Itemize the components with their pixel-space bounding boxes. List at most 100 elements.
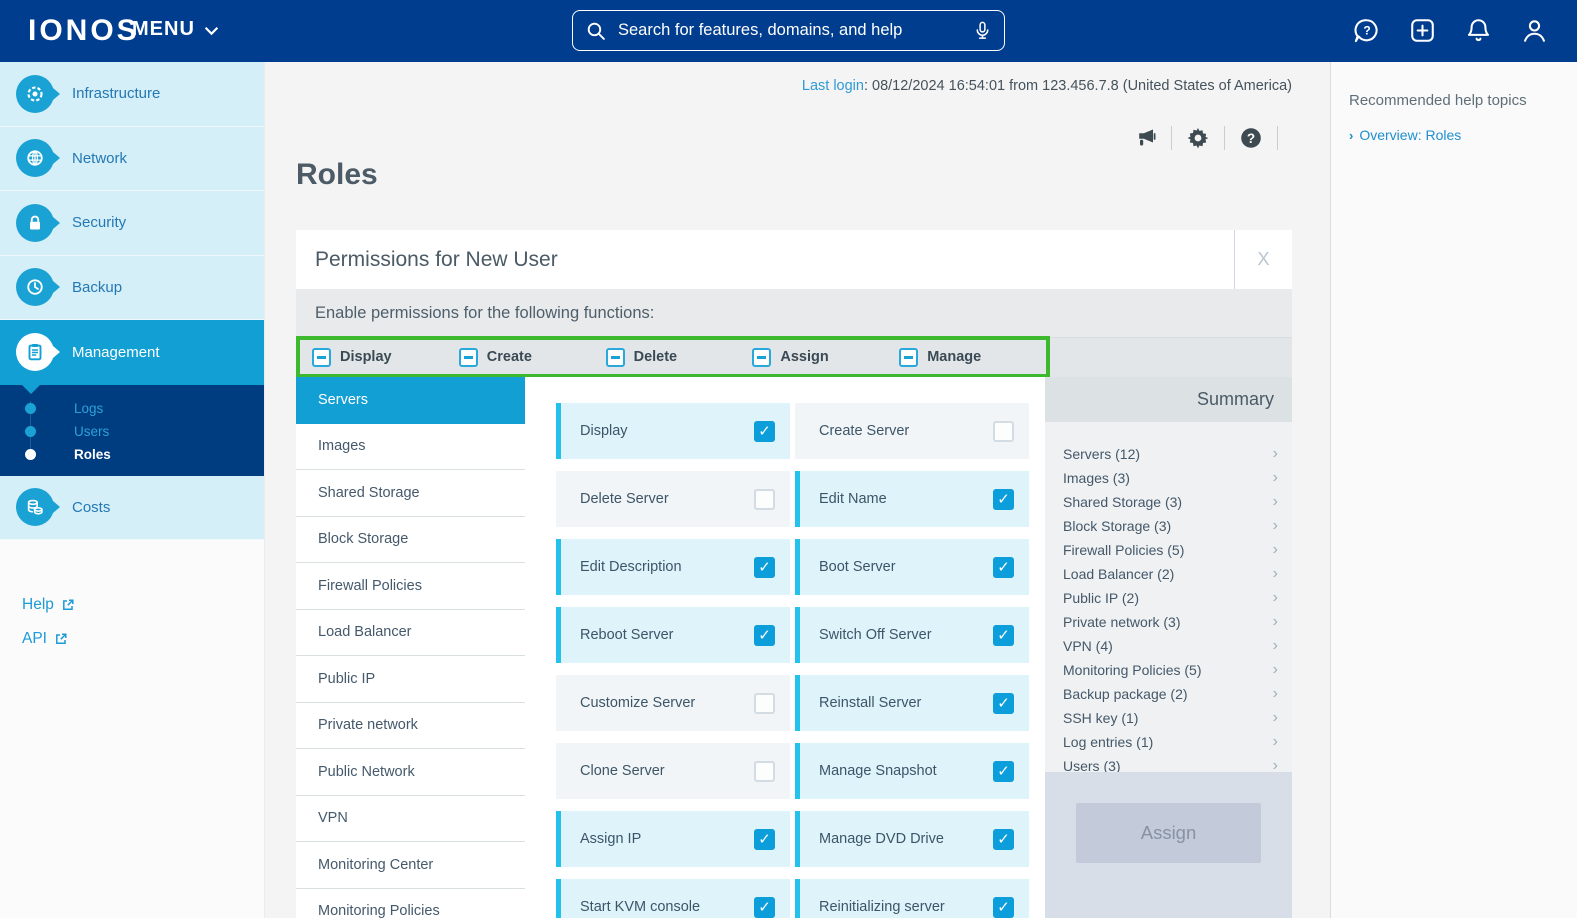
submenu-item[interactable]: Roles — [0, 443, 264, 466]
summary-item[interactable]: Block Storage (3) › — [1045, 514, 1292, 538]
checkbox-icon[interactable] — [993, 489, 1014, 510]
summary-item-label: Images (3) — [1063, 470, 1130, 486]
summary-item[interactable]: Backup package (2) › — [1045, 682, 1292, 706]
checkbox-icon[interactable] — [754, 693, 775, 714]
bulk-permission[interactable]: Manage — [899, 348, 1046, 367]
submenu-item[interactable]: Logs — [0, 397, 264, 420]
permission-cell[interactable]: Delete Server — [556, 471, 790, 527]
category-tab[interactable]: Servers — [296, 377, 525, 424]
permission-cell[interactable]: Boot Server — [795, 539, 1029, 595]
summary-item[interactable]: VPN (4) › — [1045, 634, 1292, 658]
close-icon[interactable]: X — [1234, 230, 1292, 289]
summary-item[interactable]: Load Balancer (2) › — [1045, 562, 1292, 586]
sidebar-item[interactable]: Network — [0, 127, 264, 192]
bullet-icon — [25, 449, 36, 460]
category-tab[interactable]: Private network — [296, 703, 525, 750]
permission-cell[interactable]: Edit Description — [556, 539, 790, 595]
summary-item[interactable]: Servers (12) › — [1045, 442, 1292, 466]
permission-cell[interactable]: Manage DVD Drive — [795, 811, 1029, 867]
announcements-icon[interactable] — [1133, 126, 1157, 150]
sidebar-item-label: Management — [72, 344, 160, 361]
checkbox-icon[interactable] — [754, 421, 775, 442]
indeterminate-checkbox-icon[interactable] — [312, 348, 331, 367]
sidebar-external-link[interactable]: API — [22, 626, 75, 652]
summary-item[interactable]: Shared Storage (3) › — [1045, 490, 1292, 514]
help-icon[interactable]: ? — [1239, 126, 1263, 150]
checkbox-icon[interactable] — [993, 897, 1014, 918]
summary-item[interactable]: Log entries (1) › — [1045, 730, 1292, 754]
bulk-permission[interactable]: Display — [312, 348, 459, 367]
permission-cell[interactable]: Create Server — [795, 403, 1029, 459]
checkbox-icon[interactable] — [754, 489, 775, 510]
permission-cell[interactable]: Switch Off Server — [795, 607, 1029, 663]
permission-cell[interactable]: Reinitializing server — [795, 879, 1029, 918]
divider — [1277, 126, 1278, 150]
sidebar-item[interactable]: Backup — [0, 256, 264, 321]
permission-cell[interactable]: Assign IP — [556, 811, 790, 867]
category-tab[interactable]: Public IP — [296, 656, 525, 703]
notifications-icon[interactable] — [1464, 16, 1493, 45]
permission-cell[interactable]: Customize Server — [556, 675, 790, 731]
sidebar-item[interactable]: Security — [0, 191, 264, 256]
permission-label: Start KVM console — [580, 899, 700, 915]
checkbox-icon[interactable] — [993, 693, 1014, 714]
bulk-permission[interactable]: Create — [459, 348, 606, 367]
category-tab[interactable]: VPN — [296, 796, 525, 843]
permission-cell[interactable]: Display — [556, 403, 790, 459]
category-tab[interactable]: Images — [296, 424, 525, 471]
help-chat-icon[interactable]: ? — [1352, 16, 1381, 45]
bulk-permission[interactable]: Delete — [606, 348, 753, 367]
summary-item[interactable]: Public IP (2) › — [1045, 586, 1292, 610]
category-tab[interactable]: Shared Storage — [296, 470, 525, 517]
checkbox-icon[interactable] — [993, 761, 1014, 782]
checkbox-icon[interactable] — [993, 421, 1014, 442]
indeterminate-checkbox-icon[interactable] — [606, 348, 625, 367]
add-icon[interactable] — [1408, 16, 1437, 45]
sidebar-item[interactable]: Infrastructure — [0, 62, 264, 127]
summary-item[interactable]: Images (3) › — [1045, 466, 1292, 490]
category-tab[interactable]: Monitoring Policies — [296, 889, 525, 918]
category-tab[interactable]: Firewall Policies — [296, 563, 525, 610]
permission-cell[interactable]: Reinstall Server — [795, 675, 1029, 731]
category-tab[interactable]: Load Balancer — [296, 610, 525, 657]
summary-item[interactable]: Firewall Policies (5) › — [1045, 538, 1292, 562]
checkbox-icon[interactable] — [993, 625, 1014, 646]
checkbox-icon[interactable] — [993, 557, 1014, 578]
permission-cell[interactable]: Reboot Server — [556, 607, 790, 663]
category-tab[interactable]: Monitoring Center — [296, 842, 525, 889]
sidebar-item[interactable]: Management — [0, 320, 264, 385]
sidebar-external-link[interactable]: Help — [22, 592, 75, 618]
permission-cell[interactable]: Start KVM console — [556, 879, 790, 918]
last-login-link[interactable]: Last login — [802, 78, 864, 94]
checkbox-icon[interactable] — [754, 625, 775, 646]
help-topic-link[interactable]: › Overview: Roles — [1349, 124, 1461, 146]
indeterminate-checkbox-icon[interactable] — [752, 348, 771, 367]
summary-item[interactable]: Monitoring Policies (5) › — [1045, 658, 1292, 682]
category-tab-label: VPN — [318, 810, 348, 826]
summary-item[interactable]: SSH key (1) › — [1045, 706, 1292, 730]
bulk-permission[interactable]: Assign — [752, 348, 899, 367]
microphone-icon[interactable] — [973, 21, 992, 40]
global-search[interactable] — [572, 10, 1005, 51]
menu-button[interactable]: MENU — [132, 18, 219, 41]
checkbox-icon[interactable] — [993, 829, 1014, 850]
app-root: IONOS MENU ? — [0, 0, 1577, 918]
category-tab[interactable]: Block Storage — [296, 517, 525, 564]
settings-icon[interactable] — [1186, 126, 1210, 150]
assign-button[interactable]: Assign — [1076, 803, 1261, 863]
summary-item[interactable]: Private network (3) › — [1045, 610, 1292, 634]
indeterminate-checkbox-icon[interactable] — [459, 348, 478, 367]
indeterminate-checkbox-icon[interactable] — [899, 348, 918, 367]
permission-cell[interactable]: Clone Server — [556, 743, 790, 799]
account-icon[interactable] — [1520, 16, 1549, 45]
category-tab[interactable]: Public Network — [296, 749, 525, 796]
checkbox-icon[interactable] — [754, 897, 775, 918]
checkbox-icon[interactable] — [754, 557, 775, 578]
checkbox-icon[interactable] — [754, 761, 775, 782]
submenu-item[interactable]: Users — [0, 420, 264, 443]
search-input[interactable] — [618, 21, 973, 40]
permission-cell[interactable]: Manage Snapshot — [795, 743, 1029, 799]
permission-cell[interactable]: Edit Name — [795, 471, 1029, 527]
sidebar-item[interactable]: Costs — [0, 476, 264, 541]
checkbox-icon[interactable] — [754, 829, 775, 850]
